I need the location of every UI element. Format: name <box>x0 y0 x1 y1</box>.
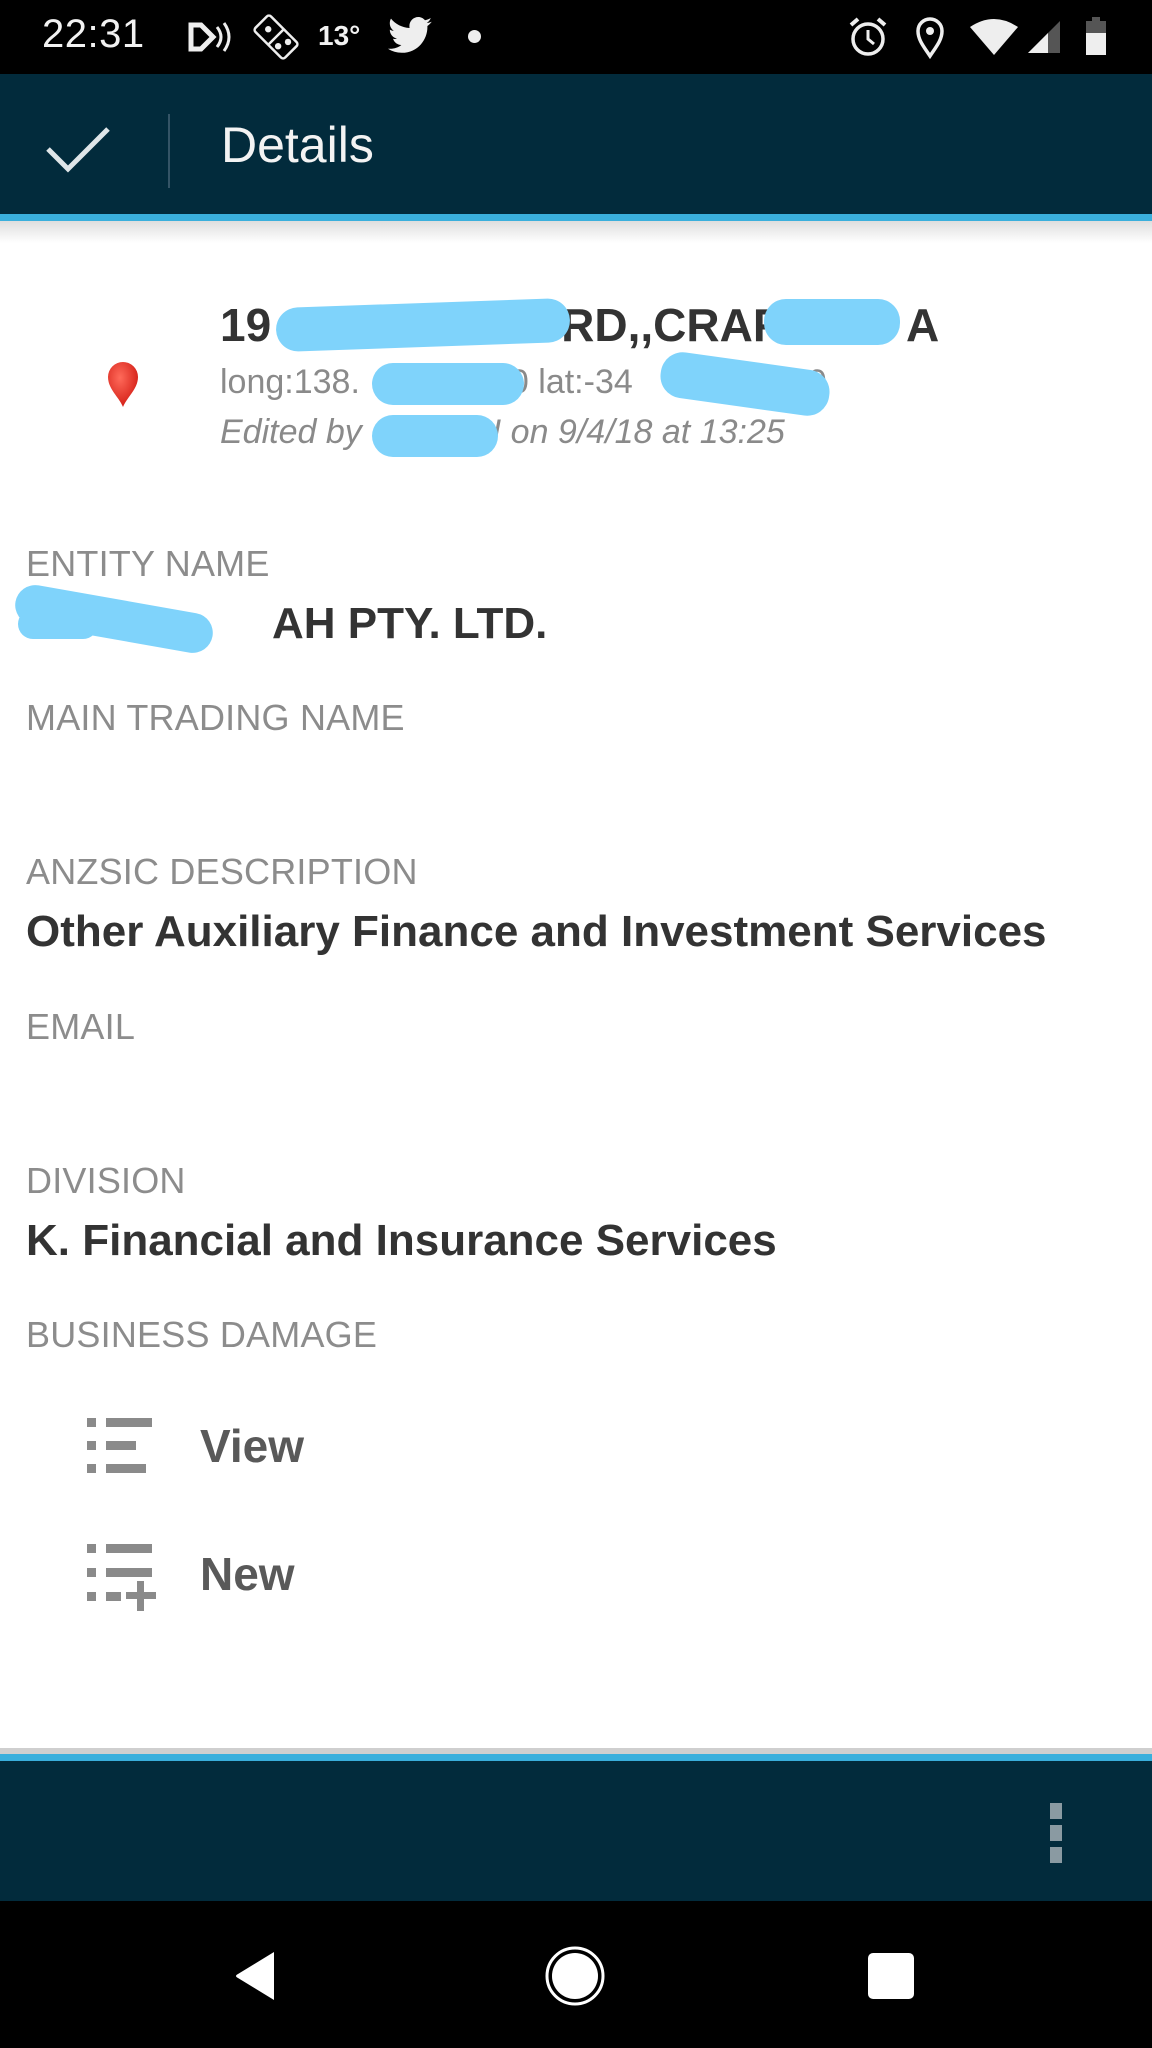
view-business-damage-button[interactable]: View <box>84 1401 504 1491</box>
field-value <box>26 753 1126 805</box>
field-label: ENTITY NAME <box>26 543 270 584</box>
address-card[interactable]: 19RD,,CRAFA long:138.0 lat:-340 Edited b… <box>0 243 1152 473</box>
home-button[interactable] <box>520 1931 630 2021</box>
field-main-trading-name: MAIN TRADING NAME <box>26 697 1126 805</box>
new-business-damage-button[interactable]: New <box>84 1529 504 1619</box>
field-label: MAIN TRADING NAME <box>26 697 405 738</box>
redaction-overlay <box>372 415 498 457</box>
app-bar-accent <box>0 214 1152 221</box>
field-division: DIVISION K. Financial and Insurance Serv… <box>26 1160 1126 1268</box>
field-email: EMAIL <box>26 1006 1126 1114</box>
cell-signal-icon <box>1024 14 1064 60</box>
app-bar: Details <box>0 74 1152 214</box>
field-value: Other Auxiliary Finance and Investment S… <box>26 907 1047 956</box>
status-bar: 22:31 13° <box>0 0 1152 74</box>
map-marker-icon <box>108 362 138 407</box>
temperature: 13° <box>318 20 361 51</box>
field-label: EMAIL <box>26 1006 136 1047</box>
redaction-overlay <box>764 299 900 345</box>
twitter-icon <box>384 14 436 60</box>
redaction-overlay <box>18 609 98 639</box>
location-icon <box>906 14 954 60</box>
recents-button[interactable] <box>836 1931 946 2021</box>
back-button[interactable] <box>200 1931 310 2021</box>
field-label: ANZSIC DESCRIPTION <box>26 851 418 892</box>
field-value <box>26 1062 1126 1114</box>
home-icon <box>545 1946 605 2006</box>
back-icon <box>236 1952 274 2000</box>
more-vertical-icon[interactable] <box>1030 1793 1082 1873</box>
check-icon <box>46 127 110 173</box>
cast-audio-icon <box>186 14 238 60</box>
system-nav-bar <box>0 1901 1152 2048</box>
confirm-button[interactable] <box>30 114 126 184</box>
field-label: BUSINESS DAMAGE <box>26 1314 378 1355</box>
app-bar-shadow <box>0 221 1152 243</box>
redaction-overlay <box>372 363 524 405</box>
field-business-damage: BUSINESS DAMAGE <box>26 1314 1126 1356</box>
field-anzsic-description: ANZSIC DESCRIPTION Other Auxiliary Finan… <box>26 851 1126 959</box>
app-bar-divider <box>168 114 170 188</box>
recents-icon <box>868 1953 914 1999</box>
notification-dot-icon <box>468 30 481 43</box>
edited-info: Edited by I on 9/4/18 at 13:25 <box>220 413 785 451</box>
battery-icon <box>1080 14 1112 60</box>
action-label: View <box>200 1420 304 1472</box>
redaction-overlay <box>657 349 833 419</box>
dominos-icon <box>248 14 304 60</box>
field-value: K. Financial and Insurance Services <box>26 1216 777 1265</box>
field-label: DIVISION <box>26 1160 186 1201</box>
alarm-icon <box>842 14 894 60</box>
action-label: New <box>200 1548 295 1600</box>
bottom-action-bar <box>0 1761 1152 1901</box>
page-title: Details <box>221 117 374 173</box>
status-time: 22:31 <box>42 12 145 56</box>
playlist-add-icon <box>87 1544 156 1611</box>
details-content: 19RD,,CRAFA long:138.0 lat:-340 Edited b… <box>0 243 1152 1748</box>
list-icon <box>87 1418 152 1473</box>
wifi-icon <box>966 14 1022 60</box>
bottom-bar-accent <box>0 1754 1152 1761</box>
